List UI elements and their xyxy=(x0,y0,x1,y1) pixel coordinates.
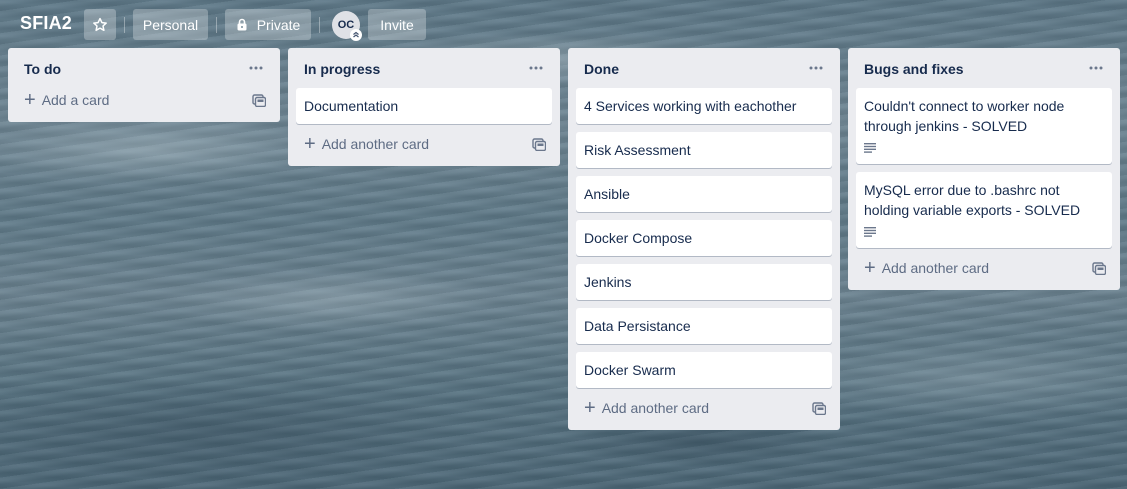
add-card-label: Add a card xyxy=(41,92,110,108)
ellipsis-icon xyxy=(249,66,263,70)
team-visibility-button[interactable]: Personal xyxy=(133,9,208,40)
card[interactable]: MySQL error due to .bashrc not holding v… xyxy=(856,172,1112,248)
card-title: Docker Swarm xyxy=(584,362,676,378)
card[interactable]: Docker Swarm xyxy=(576,352,832,388)
card-title: Jenkins xyxy=(584,274,632,290)
description-icon xyxy=(864,143,876,153)
list-title[interactable]: Bugs and fixes xyxy=(864,61,964,77)
list-to-do: To do + Add a card xyxy=(8,48,280,122)
add-card-label: Add another card xyxy=(321,136,430,152)
list-menu-button[interactable] xyxy=(804,58,828,78)
add-card-button[interactable]: + Add another card xyxy=(584,398,709,418)
list-bugs-and-fixes: Bugs and fixes Couldn't connect to worke… xyxy=(848,48,1120,290)
star-icon xyxy=(93,17,107,31)
add-card-button[interactable]: + Add a card xyxy=(24,90,109,110)
add-card-row: + Add another card xyxy=(856,254,1112,282)
card-title: Ansible xyxy=(584,186,630,202)
card[interactable]: Docker Compose xyxy=(576,220,832,256)
plus-icon: + xyxy=(24,89,36,111)
admin-badge-icon xyxy=(350,29,362,41)
list-header: In progress xyxy=(296,48,552,88)
board-header: SFIA2 Personal Private OC Invite xyxy=(0,0,1127,48)
card-title: Risk Assessment xyxy=(584,142,691,158)
invite-button[interactable]: Invite xyxy=(368,9,426,40)
list-in-progress: In progress Documentation + Add another … xyxy=(288,48,560,166)
card-template-icon[interactable] xyxy=(1092,261,1106,275)
plus-icon: + xyxy=(304,133,316,155)
privacy-button[interactable]: Private xyxy=(225,9,311,40)
list-header: Bugs and fixes xyxy=(856,48,1112,88)
list-menu-button[interactable] xyxy=(244,58,268,78)
list-done: Done 4 Services working with eachother R… xyxy=(568,48,840,430)
card[interactable]: Couldn't connect to worker node through … xyxy=(856,88,1112,164)
card-title: 4 Services working with eachother xyxy=(584,98,797,114)
list-header: To do xyxy=(16,48,272,88)
plus-icon: + xyxy=(864,257,876,279)
lock-icon xyxy=(237,18,247,31)
card-title: Couldn't connect to worker node through … xyxy=(864,98,1065,134)
list-menu-button[interactable] xyxy=(1084,58,1108,78)
list-title[interactable]: To do xyxy=(24,61,61,77)
card[interactable]: 4 Services working with eachother xyxy=(576,88,832,124)
add-card-label: Add another card xyxy=(881,260,990,276)
privacy-label: Private xyxy=(256,16,301,33)
add-card-button[interactable]: + Add another card xyxy=(304,134,429,154)
ellipsis-icon xyxy=(1089,66,1103,70)
card-badges xyxy=(864,224,1104,240)
star-button[interactable] xyxy=(84,9,116,40)
card[interactable]: Jenkins xyxy=(576,264,832,300)
card-template-icon[interactable] xyxy=(532,137,546,151)
card-badges xyxy=(864,140,1104,156)
list-menu-button[interactable] xyxy=(524,58,548,78)
card[interactable]: Data Persistance xyxy=(576,308,832,344)
card[interactable]: Ansible xyxy=(576,176,832,212)
list-title[interactable]: In progress xyxy=(304,61,380,77)
header-divider xyxy=(124,17,125,33)
header-divider xyxy=(319,17,320,33)
add-card-row: + Add another card xyxy=(296,130,552,158)
plus-icon: + xyxy=(584,397,596,419)
list-header: Done xyxy=(576,48,832,88)
card-template-icon[interactable] xyxy=(812,401,826,415)
list-title[interactable]: Done xyxy=(584,61,619,77)
card-template-icon[interactable] xyxy=(252,93,266,107)
add-card-row: + Add another card xyxy=(576,394,832,422)
description-icon xyxy=(864,227,876,237)
card-title: Data Persistance xyxy=(584,318,691,334)
card-title: Documentation xyxy=(304,98,399,114)
card-title: Docker Compose xyxy=(584,230,693,246)
card[interactable]: Risk Assessment xyxy=(576,132,832,168)
card[interactable]: Documentation xyxy=(296,88,552,124)
ellipsis-icon xyxy=(809,66,823,70)
add-card-row: + Add a card xyxy=(16,86,272,114)
board-title[interactable]: SFIA2 xyxy=(20,13,72,34)
add-card-label: Add another card xyxy=(601,400,710,416)
ellipsis-icon xyxy=(529,66,543,70)
add-card-button[interactable]: + Add another card xyxy=(864,258,989,278)
header-divider xyxy=(216,17,217,33)
card-title: MySQL error due to .bashrc not holding v… xyxy=(864,182,1081,218)
member-avatar[interactable]: OC xyxy=(332,11,362,41)
